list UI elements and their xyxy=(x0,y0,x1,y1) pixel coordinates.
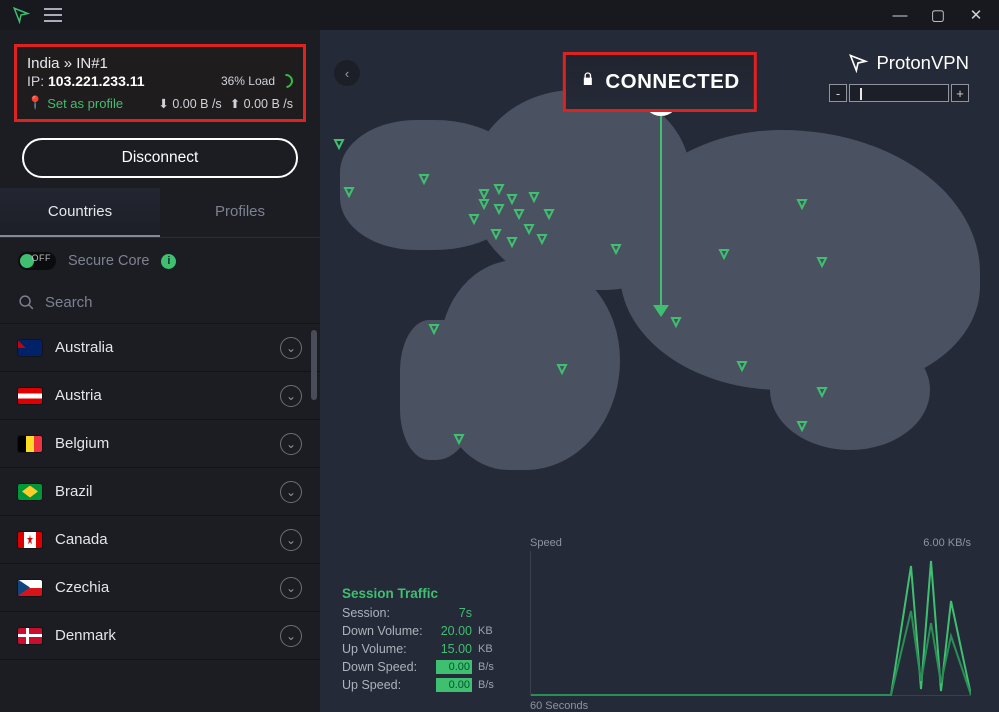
load-text: 36% Load xyxy=(221,74,275,88)
down-volume-label: Down Volume: xyxy=(342,624,430,638)
country-item-belgium[interactable]: Belgium ⌄ xyxy=(0,420,320,468)
tab-countries[interactable]: Countries xyxy=(0,188,160,237)
session-traffic-panel: Session Traffic Session: 7s Down Volume: 2… xyxy=(342,586,512,696)
zoom-slider[interactable] xyxy=(849,84,949,102)
up-volume-label: Up Volume: xyxy=(342,642,430,656)
chevron-down-icon[interactable]: ⌄ xyxy=(280,577,302,599)
down-volume-value: 20.00 xyxy=(436,624,472,638)
titlebar: — ▢ ✕ xyxy=(0,0,999,30)
chevron-down-icon[interactable]: ⌄ xyxy=(280,625,302,647)
set-profile-label: Set as profile xyxy=(47,96,123,111)
chevron-down-icon[interactable]: ⌄ xyxy=(280,481,302,503)
down-volume-unit: KB xyxy=(478,625,493,637)
chart-x-label: 60 Seconds xyxy=(530,700,588,712)
set-as-profile-link[interactable]: 📍 Set as profile xyxy=(27,95,123,111)
arrow-up-icon: ⬆ xyxy=(230,97,240,111)
search-icon xyxy=(18,294,35,311)
flag-icon xyxy=(18,484,42,500)
zoom-in-button[interactable]: + xyxy=(951,84,969,102)
connection-server: IN#1 xyxy=(76,55,108,72)
down-speed-unit: B/s xyxy=(478,661,494,673)
secure-core-label: Secure Core xyxy=(68,253,149,269)
country-name: Australia xyxy=(55,339,113,356)
brand: ProtonVPN xyxy=(848,52,969,74)
country-name: Brazil xyxy=(55,483,93,500)
ip-label: IP: xyxy=(27,73,44,89)
pin-icon: 📍 xyxy=(27,95,43,111)
connection-country: India xyxy=(27,55,60,72)
secure-core-toggle[interactable]: OFF xyxy=(18,252,56,270)
speed-sparkline xyxy=(531,551,971,696)
connection-status-badge: CONNECTED xyxy=(562,52,756,112)
up-speed-label: Up Speed: xyxy=(342,678,430,692)
up-volume-value: 15.00 xyxy=(436,642,472,656)
flag-icon xyxy=(18,340,42,356)
down-rate: 0.00 B /s xyxy=(172,97,221,111)
speed-chart: Speed 6.00 KB/s 60 Seconds xyxy=(530,551,971,696)
chevron-down-icon[interactable]: ⌄ xyxy=(280,433,302,455)
sidebar: India » IN#1 IP: 103.221.233.11 36% Load… xyxy=(0,30,320,712)
session-value: 7s xyxy=(436,606,472,620)
zoom-out-button[interactable]: - xyxy=(829,84,847,102)
flag-icon xyxy=(18,628,42,644)
close-button[interactable]: ✕ xyxy=(967,6,985,24)
country-item-australia[interactable]: Australia ⌄ xyxy=(0,324,320,372)
country-item-denmark[interactable]: Denmark ⌄ xyxy=(0,612,320,660)
scrollbar-thumb[interactable] xyxy=(311,330,317,400)
arrow-down-icon: ⬇ xyxy=(158,97,168,111)
connection-arrow-icon xyxy=(653,305,669,317)
app-logo-icon xyxy=(12,6,30,24)
country-item-brazil[interactable]: Brazil ⌄ xyxy=(0,468,320,516)
maximize-button[interactable]: ▢ xyxy=(929,6,947,24)
minimize-button[interactable]: — xyxy=(891,6,909,24)
country-item-canada[interactable]: Canada ⌄ xyxy=(0,516,320,564)
session-label: Session: xyxy=(342,606,430,620)
chevron-down-icon[interactable]: ⌄ xyxy=(280,337,302,359)
menu-button[interactable] xyxy=(44,8,62,22)
flag-icon xyxy=(18,388,42,404)
chevron-down-icon[interactable]: ⌄ xyxy=(280,385,302,407)
country-name: Belgium xyxy=(55,435,109,452)
flag-icon xyxy=(18,580,42,596)
search-input[interactable] xyxy=(45,294,302,311)
flag-icon xyxy=(18,436,42,452)
down-speed-label: Down Speed: xyxy=(342,660,430,674)
disconnect-button[interactable]: Disconnect xyxy=(22,138,298,178)
brand-name: ProtonVPN xyxy=(876,52,969,74)
up-speed-value: 0.00 xyxy=(436,678,472,692)
main-panel: ‹ CONNECTED ProtonVPN - + xyxy=(320,30,999,712)
country-item-czechia[interactable]: Czechia ⌄ xyxy=(0,564,320,612)
chevron-down-icon[interactable]: ⌄ xyxy=(280,529,302,551)
down-speed-value: 0.00 xyxy=(436,660,472,674)
lock-icon xyxy=(579,70,595,94)
protonvpn-icon xyxy=(848,53,868,73)
flag-icon xyxy=(18,532,42,548)
country-name: Denmark xyxy=(55,627,116,644)
up-rate: 0.00 B /s xyxy=(244,97,293,111)
zoom-control: - + xyxy=(829,84,969,102)
tab-profiles[interactable]: Profiles xyxy=(160,188,320,237)
up-speed-unit: B/s xyxy=(478,679,494,691)
country-list[interactable]: Australia ⌄ Austria ⌄ Belgium ⌄ Brazil ⌄… xyxy=(0,324,320,712)
toggle-state: OFF xyxy=(32,253,52,263)
ip-value: 103.221.233.11 xyxy=(48,73,145,89)
up-volume-unit: KB xyxy=(478,643,493,655)
chart-label-left: Speed xyxy=(530,537,562,549)
load-gauge-icon xyxy=(276,71,296,91)
info-icon[interactable]: i xyxy=(161,254,176,269)
country-item-austria[interactable]: Austria ⌄ xyxy=(0,372,320,420)
connection-line xyxy=(660,95,662,310)
country-name: Canada xyxy=(55,531,108,548)
country-name: Austria xyxy=(55,387,102,404)
status-text: CONNECTED xyxy=(605,70,739,94)
breadcrumb-separator: » xyxy=(64,55,72,72)
chart-label-right: 6.00 KB/s xyxy=(923,537,971,549)
connection-card: India » IN#1 IP: 103.221.233.11 36% Load… xyxy=(14,44,306,122)
traffic-title: Session Traffic xyxy=(342,586,512,601)
country-name: Czechia xyxy=(55,579,109,596)
